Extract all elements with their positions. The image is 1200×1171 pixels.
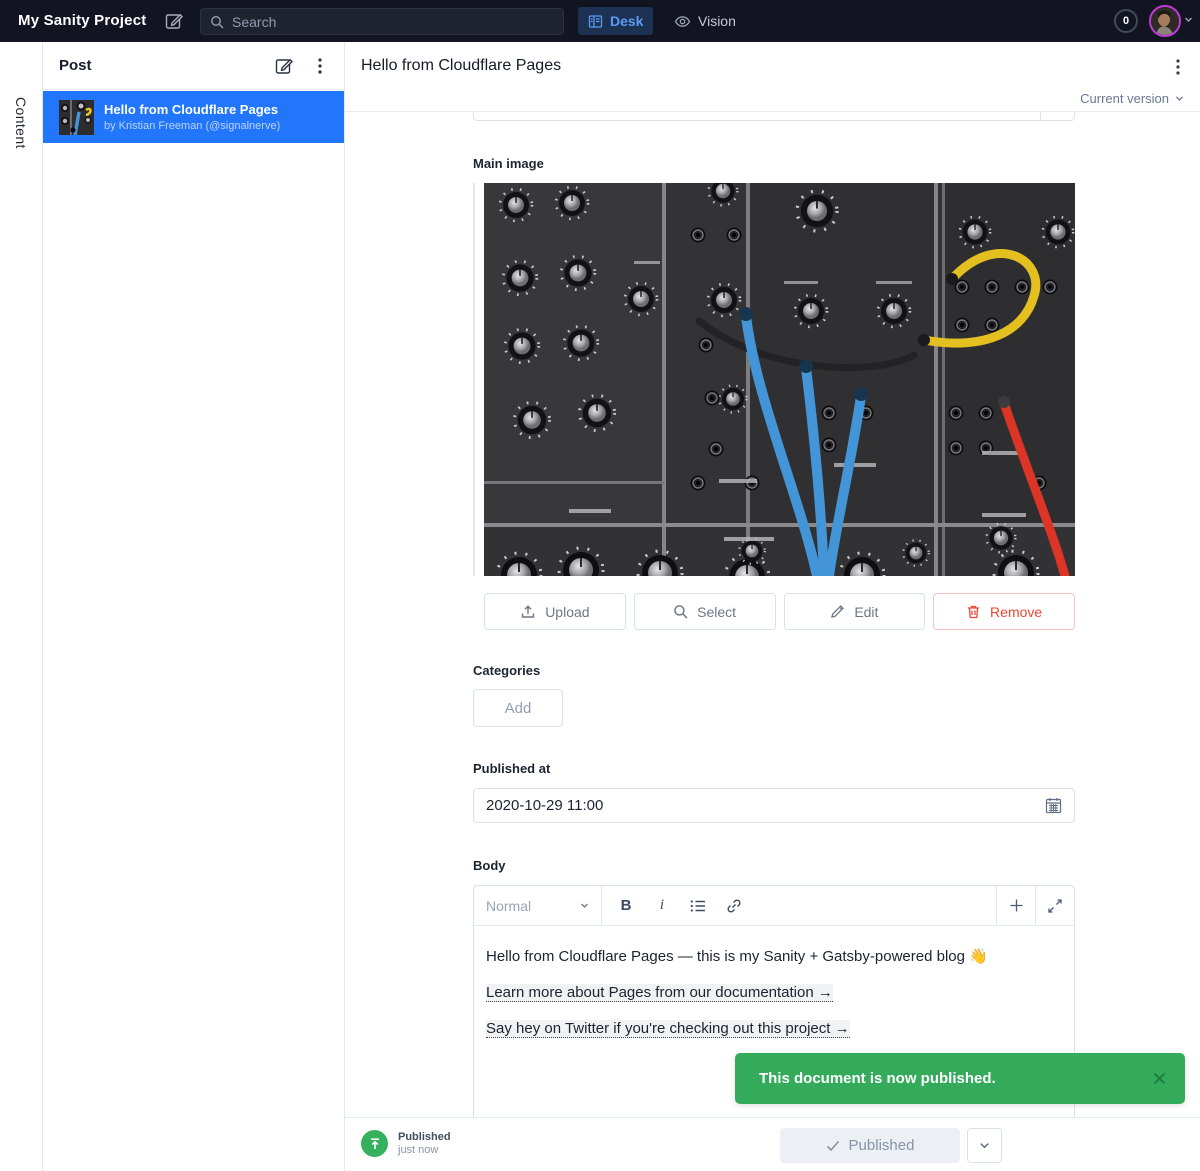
- search-icon: [673, 604, 688, 619]
- document-menu-icon[interactable]: [1170, 56, 1186, 78]
- publish-status-text: Published just now: [398, 1131, 451, 1157]
- upload-icon: [520, 604, 536, 620]
- insert-block-button[interactable]: [996, 886, 1035, 925]
- slug-field-partial[interactable]: [473, 112, 1075, 121]
- avatar[interactable]: [1149, 5, 1181, 37]
- italic-button[interactable]: i: [646, 891, 678, 921]
- plus-icon: [1009, 898, 1024, 913]
- link-icon: [726, 898, 742, 914]
- fullscreen-button[interactable]: [1035, 886, 1074, 925]
- compose-icon[interactable]: [164, 11, 184, 31]
- document-header: Hello from Cloudflare Pages Current vers…: [345, 42, 1200, 112]
- post-list-pane: Post Hello from Cloudflare Pages by Kris…: [43, 42, 345, 1171]
- format-buttons: B i: [602, 886, 996, 925]
- publish-status: Published: [398, 1131, 451, 1144]
- main-image-label: Main image: [473, 156, 544, 171]
- toast-message: This document is now published.: [759, 1070, 1152, 1087]
- sanity-studio: My Sanity Project Search Desk Vision 0: [0, 0, 1200, 1171]
- top-navbar: My Sanity Project Search Desk Vision 0: [0, 0, 1200, 42]
- chevron-down-icon: [580, 901, 589, 910]
- post-list-item-selected[interactable]: Hello from Cloudflare Pages by Kristian …: [43, 91, 344, 143]
- categories-label: Categories: [473, 663, 540, 678]
- bold-button[interactable]: B: [610, 891, 642, 921]
- post-list-header: Post: [43, 42, 344, 90]
- publish-actions-chevron[interactable]: [967, 1128, 1002, 1163]
- publish-time: just now: [398, 1144, 451, 1157]
- remove-button[interactable]: Remove: [933, 593, 1075, 630]
- badge-count: 0: [1123, 15, 1129, 27]
- body-toolbar: Normal B i: [474, 886, 1074, 926]
- image-button-row: Upload Select Edit Remove: [484, 593, 1075, 630]
- post-item-text: Hello from Cloudflare Pages by Kristian …: [104, 102, 280, 133]
- text-style-value: Normal: [486, 898, 531, 914]
- search-icon: [210, 15, 224, 29]
- eye-icon: [674, 14, 691, 29]
- publish-toast: This document is now published.: [735, 1053, 1185, 1104]
- chevron-down-icon: [1175, 94, 1184, 103]
- publish-status-chip: Published just now: [361, 1130, 451, 1157]
- bullet-list-icon: [690, 899, 706, 913]
- project-title: My Sanity Project: [18, 0, 146, 42]
- search-input[interactable]: Search: [200, 8, 564, 35]
- body-label: Body: [473, 858, 506, 873]
- body-link-twitter[interactable]: Say hey on Twitter if you're checking ou…: [486, 1020, 850, 1038]
- bullet-list-button[interactable]: [682, 891, 714, 921]
- content-rail: Content: [0, 42, 43, 1171]
- content-rail-label[interactable]: Content: [13, 97, 29, 149]
- document-title: Hello from Cloudflare Pages: [361, 57, 561, 75]
- calendar-icon[interactable]: [1045, 797, 1062, 814]
- publish-button[interactable]: Published: [780, 1128, 960, 1163]
- upload-button[interactable]: Upload: [484, 593, 626, 630]
- chevron-down-icon: [979, 1140, 990, 1151]
- edit-button[interactable]: Edit: [784, 593, 926, 630]
- version-label: Current version: [1080, 91, 1169, 106]
- text-style-select[interactable]: Normal: [474, 886, 602, 925]
- published-icon: [361, 1130, 388, 1157]
- document-pane: Hello from Cloudflare Pages Current vers…: [345, 42, 1200, 1171]
- published-at-label: Published at: [473, 761, 550, 776]
- search-placeholder: Search: [232, 14, 276, 30]
- tab-vision-label: Vision: [698, 13, 736, 29]
- post-thumbnail: [59, 100, 94, 135]
- body-link-documentation[interactable]: Learn more about Pages from our document…: [486, 984, 833, 1002]
- select-button[interactable]: Select: [634, 593, 776, 630]
- add-category-button[interactable]: Add: [473, 689, 563, 727]
- tab-desk-label: Desk: [610, 13, 643, 29]
- published-at-input[interactable]: 2020-10-29 11:00: [473, 788, 1075, 823]
- desk-icon: [588, 14, 603, 29]
- version-selector[interactable]: Current version: [1080, 91, 1184, 106]
- link-button[interactable]: [718, 891, 750, 921]
- toast-close-icon[interactable]: [1152, 1071, 1167, 1086]
- tab-desk[interactable]: Desk: [578, 7, 653, 35]
- post-list-title: Post: [59, 57, 92, 74]
- post-item-subtitle: by Kristian Freeman (@signalnerve): [104, 119, 280, 133]
- pencil-icon: [830, 604, 845, 619]
- new-document-icon[interactable]: [274, 56, 294, 76]
- main-image-preview[interactable]: [484, 183, 1075, 576]
- trash-icon: [966, 604, 981, 620]
- post-item-title: Hello from Cloudflare Pages: [104, 102, 280, 118]
- published-at-value: 2020-10-29 11:00: [486, 797, 1045, 814]
- body-paragraph[interactable]: Hello from Cloudflare Pages — this is my…: [486, 946, 1062, 967]
- expand-icon: [1048, 899, 1062, 913]
- post-list-menu-icon[interactable]: [312, 55, 328, 77]
- document-footer: Published just now Published: [345, 1117, 1200, 1171]
- tab-vision[interactable]: Vision: [664, 7, 746, 35]
- check-icon: [826, 1140, 840, 1152]
- notifications-badge[interactable]: 0: [1114, 9, 1138, 33]
- toolbar-right: [996, 886, 1074, 925]
- change-indicator-bar: [473, 183, 475, 576]
- avatar-chevron-down-icon[interactable]: [1184, 15, 1193, 24]
